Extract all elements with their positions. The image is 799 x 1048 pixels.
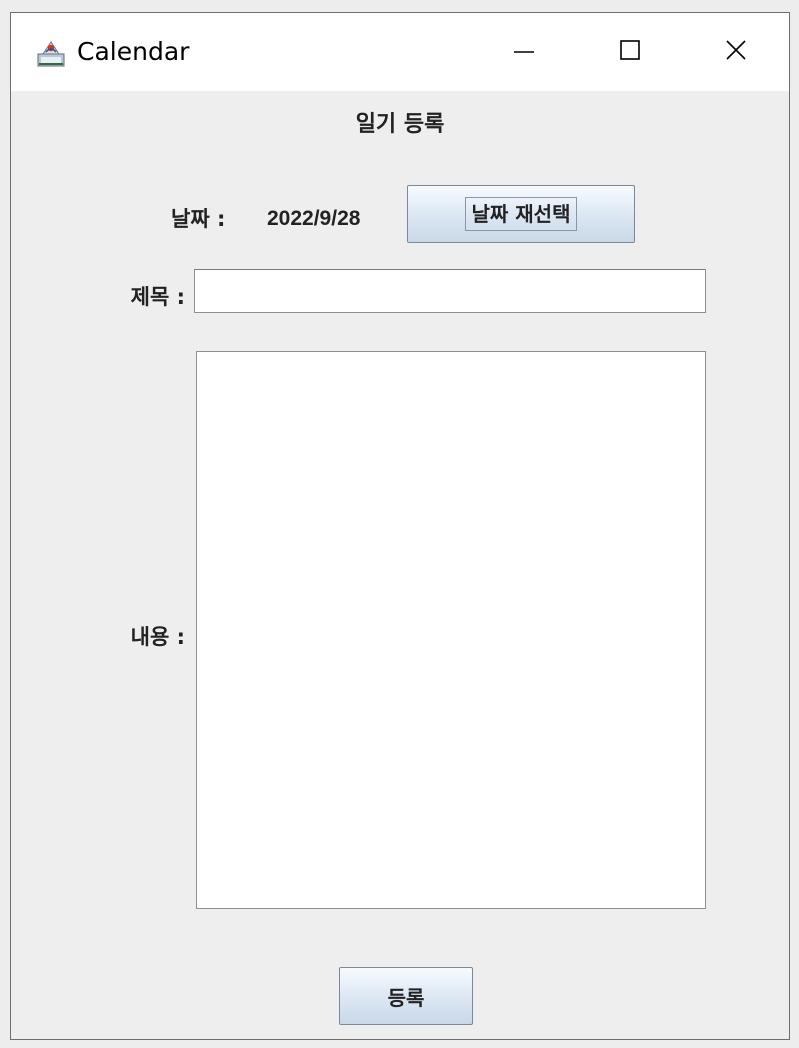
maximize-icon <box>618 38 642 66</box>
page-heading: 일기 등록 <box>355 112 445 137</box>
title-label: 제목 : <box>130 285 185 309</box>
submit-button[interactable]: 등록 <box>339 967 473 1025</box>
java-app-icon <box>37 39 65 67</box>
window-title: Calendar <box>77 37 190 66</box>
reselect-date-button[interactable]: 날짜 재선택 <box>407 185 635 243</box>
close-icon <box>724 38 748 66</box>
content-label: 내용 : <box>130 625 185 649</box>
desktop: Calendar 일기 등록 날짜: 2022/9/28 날짜 재선택 제목 … <box>0 0 799 1048</box>
date-label: 날짜 : <box>171 207 226 231</box>
title-bar[interactable]: Calendar <box>11 13 789 91</box>
submit-button-label: 등록 <box>387 985 425 1010</box>
calendar-window: Calendar 일기 등록 날짜: 2022/9/28 날짜 재선택 제목 … <box>10 12 790 1040</box>
title-input[interactable] <box>194 269 706 313</box>
content-textarea[interactable] <box>196 351 706 909</box>
reselect-date-button-label: 날짜 재선택 <box>464 197 578 231</box>
maximize-button[interactable] <box>595 29 665 75</box>
date-value: 2022/9/28 <box>267 207 361 230</box>
minimize-button[interactable] <box>489 29 559 75</box>
close-button[interactable] <box>701 29 771 75</box>
minimize-icon <box>512 38 536 66</box>
